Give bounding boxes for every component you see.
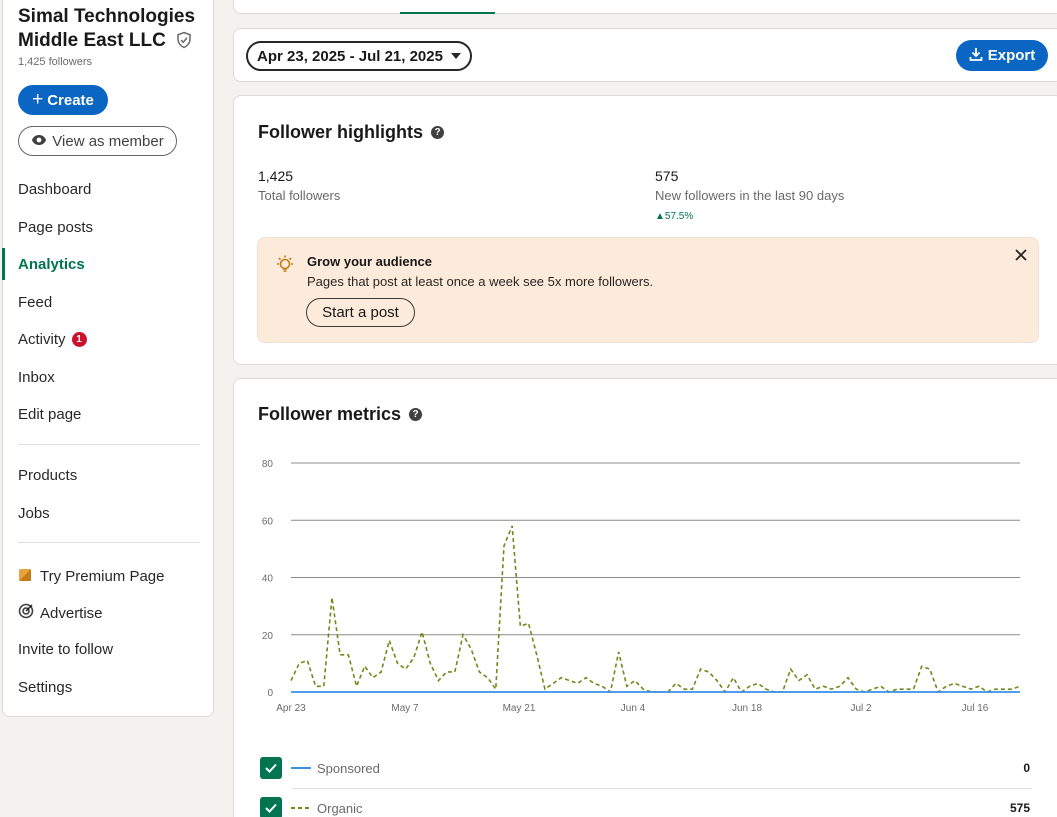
filter-bar: Apr 23, 2025 - Jul 21, 2025 Export (233, 28, 1057, 82)
grow-audience-banner: Grow your audience Pages that post at le… (257, 237, 1039, 343)
sidebar: Simal Technologies Middle East LLC 1,425… (2, 0, 214, 717)
legend-divider (292, 788, 1032, 789)
x-tick-label: Jun 18 (732, 703, 762, 714)
sidebar-item-label: Feed (18, 294, 53, 311)
sidebar-item-dashboard[interactable]: Dashboard (18, 181, 91, 198)
download-icon (969, 47, 983, 65)
sidebar-item-jobs[interactable]: Jobs (18, 505, 50, 522)
sidebar-item-label: Edit page (18, 406, 82, 423)
sponsored-line-swatch (291, 767, 311, 769)
sidebar-item-label: Settings (18, 679, 73, 696)
sidebar-item-label: Page posts (18, 219, 94, 236)
sidebar-item-label: Analytics (18, 256, 85, 273)
legend-label: Organic (317, 800, 363, 816)
create-button[interactable]: + Create (18, 85, 108, 115)
new-followers-label: New followers in the last 90 days (655, 188, 845, 203)
sidebar-item-advertise[interactable]: Advertise (18, 603, 103, 623)
notification-badge: 1 (71, 332, 87, 347)
help-icon[interactable]: ? (431, 126, 444, 139)
change-value: 57.5% (664, 211, 694, 222)
y-tick-label: 40 (262, 574, 274, 585)
caret-down-icon (450, 53, 461, 59)
checkbox-checked-icon[interactable] (260, 797, 282, 817)
sidebar-item-inbox[interactable]: Inbox (18, 369, 55, 386)
view-as-member-label: View as member (52, 132, 164, 150)
up-arrow-icon: ▲ (655, 211, 665, 222)
view-as-member-button[interactable]: View as member (18, 126, 177, 156)
sidebar-item-products[interactable]: Products (18, 467, 77, 484)
sidebar-item-feed[interactable]: Feed (18, 294, 52, 311)
org-name[interactable]: Simal Technologies Middle East LLC (18, 5, 208, 56)
highlights-title: Follower highlights ? (258, 122, 444, 143)
lightbulb-icon (274, 254, 296, 281)
legend-value: 0 (1023, 761, 1030, 775)
premium-icon (18, 566, 34, 586)
legend-row-organic[interactable]: Organic 575 (260, 796, 1030, 817)
sidebar-item-label: Dashboard (18, 181, 92, 198)
verified-shield-icon (175, 31, 193, 56)
sidebar-item-label: Products (18, 467, 78, 484)
sidebar-item-label: Try Premium Page (40, 567, 165, 585)
start-post-button[interactable]: Start a post (306, 298, 415, 327)
new-followers-value: 575 (655, 168, 679, 184)
x-tick-label: Apr 23 (276, 703, 306, 714)
date-range-label: Apr 23, 2025 - Jul 21, 2025 (257, 47, 443, 65)
org-name-text[interactable]: Simal Technologies Middle East LLC (18, 6, 195, 51)
sidebar-item-edit-page[interactable]: Edit page (18, 406, 81, 423)
eye-icon (31, 133, 47, 150)
organic-series-line (290, 525, 1021, 694)
sidebar-item-label: Inbox (18, 369, 55, 386)
x-tick-label: Jun 4 (621, 703, 646, 714)
follower-line-chart: 0 20 40 60 80 Apr 23 May 7 May 21 Jun 4 Jun 18 Jul… (262, 459, 1021, 714)
sidebar-item-label: Advertise (40, 604, 103, 622)
checkbox-checked-icon[interactable] (260, 757, 282, 779)
legend-label: Sponsored (317, 760, 380, 776)
target-icon (18, 603, 34, 623)
org-followers: 1,425 followers (18, 56, 92, 68)
total-followers-value: 1,425 (258, 168, 294, 184)
plus-icon: + (32, 88, 44, 110)
sidebar-item-label: Jobs (18, 505, 50, 522)
sidebar-item-analytics[interactable]: Analytics (18, 256, 85, 273)
sidebar-item-settings[interactable]: Settings (18, 679, 72, 696)
sidebar-item-label: Activity (18, 331, 66, 348)
follower-metrics-card: Follower metrics ? 0 20 40 60 80 Apr 23 May 7M… (233, 378, 1057, 817)
legend-row-sponsored[interactable]: Sponsored 0 (260, 756, 1030, 780)
grow-text: Pages that post at least once a week see… (307, 274, 654, 289)
sidebar-item-page-posts[interactable]: Page posts (18, 219, 93, 236)
highlights-title-text: Follower highlights (258, 122, 423, 142)
x-tick-label: Jul 2 (850, 703, 872, 714)
x-tick-label: May 7 (391, 703, 419, 714)
sidebar-item-invite[interactable]: Invite to follow (18, 641, 113, 658)
active-tab-underline (400, 12, 495, 14)
sidebar-divider (18, 444, 200, 445)
y-tick-label: 60 (262, 516, 274, 527)
x-tick-label: May 21 (503, 703, 536, 714)
sidebar-divider (18, 542, 200, 543)
close-icon[interactable] (1014, 248, 1028, 267)
y-tick-label: 80 (262, 459, 274, 470)
sidebar-item-label: Invite to follow (18, 641, 114, 658)
organic-line-swatch (291, 807, 311, 809)
follower-highlights-card: Follower highlights ? 1,425 Total follow… (233, 95, 1057, 365)
y-tick-label: 0 (267, 688, 273, 699)
date-range-dropdown[interactable]: Apr 23, 2025 - Jul 21, 2025 (246, 41, 472, 71)
sidebar-item-try-premium[interactable]: Try Premium Page (18, 566, 164, 586)
total-followers-label: Total followers (258, 188, 341, 203)
grow-title: Grow your audience (307, 254, 432, 269)
export-label: Export (987, 47, 1036, 64)
x-tick-label: Jul 16 (962, 703, 989, 714)
sidebar-item-activity[interactable]: Activity 1 (18, 331, 87, 348)
analytics-tabs-card (233, 0, 1057, 14)
new-followers-change: ▲57.5% (655, 211, 693, 222)
legend-value: 575 (1009, 801, 1030, 815)
active-indicator (2, 248, 5, 280)
y-tick-label: 20 (262, 631, 274, 642)
create-label: Create (47, 91, 94, 109)
export-button[interactable]: Export (956, 40, 1048, 71)
